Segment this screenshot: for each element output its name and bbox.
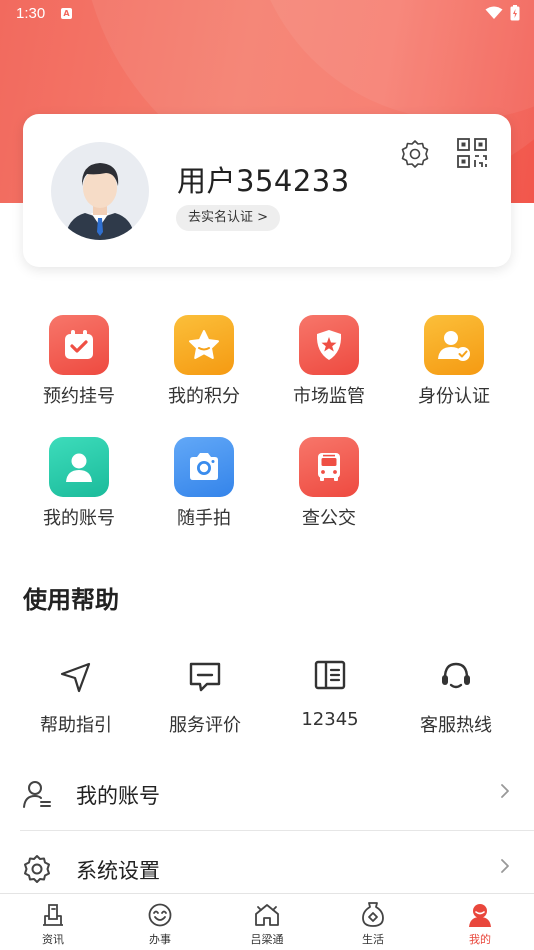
service-label: 我的积分 bbox=[168, 386, 240, 407]
chevron-right-icon bbox=[500, 783, 510, 803]
menu-label: 我的账号 bbox=[76, 784, 160, 808]
home-icon bbox=[214, 894, 320, 928]
hotline-12345-button[interactable]: 12345 bbox=[270, 655, 390, 730]
service-label: 身份认证 bbox=[418, 386, 490, 407]
avatar[interactable] bbox=[51, 142, 149, 240]
life-icon bbox=[320, 894, 426, 928]
smile-icon bbox=[107, 894, 213, 928]
service-identity-auth[interactable]: 身份认证 bbox=[399, 315, 509, 408]
user-verified-icon bbox=[424, 315, 484, 375]
user-list-icon bbox=[22, 779, 52, 813]
service-snapshot[interactable]: 随手拍 bbox=[149, 437, 259, 530]
tab-life[interactable]: 生活 bbox=[320, 894, 426, 950]
status-bar: 1:30 A bbox=[0, 0, 534, 28]
wifi-icon bbox=[485, 6, 503, 24]
verify-identity-button[interactable]: 去实名认证 > bbox=[176, 205, 281, 231]
service-points[interactable]: 我的积分 bbox=[149, 315, 259, 408]
profile-card: 用户354233 去实名认证 > bbox=[23, 114, 511, 267]
navigation-arrow-icon bbox=[16, 657, 136, 697]
chevron-right-icon bbox=[500, 858, 510, 878]
help-section-title: 使用帮助 bbox=[23, 586, 119, 614]
battery-icon bbox=[510, 5, 520, 25]
gear-icon bbox=[22, 854, 52, 888]
service-appointment[interactable]: 预约挂号 bbox=[24, 315, 134, 408]
status-time: 1:30 bbox=[16, 5, 46, 22]
service-label: 我的账号 bbox=[43, 508, 115, 529]
menu-label: 系统设置 bbox=[76, 859, 160, 883]
service-label: 预约挂号 bbox=[43, 386, 115, 407]
help-item-label: 12345 bbox=[301, 709, 359, 730]
user-icon bbox=[49, 437, 109, 497]
bottom-tab-bar: 资讯 办事 吕梁通 生活 我的 bbox=[0, 893, 534, 950]
service-my-account[interactable]: 我的账号 bbox=[24, 437, 134, 530]
service-market-supervision[interactable]: 市场监管 bbox=[274, 315, 384, 408]
camera-icon bbox=[174, 437, 234, 497]
service-label: 查公交 bbox=[302, 508, 356, 529]
book-icon bbox=[270, 655, 390, 695]
police-badge-icon bbox=[299, 315, 359, 375]
service-label: 市场监管 bbox=[293, 386, 365, 407]
service-bus[interactable]: 查公交 bbox=[274, 437, 384, 530]
help-item-label: 帮助指引 bbox=[40, 715, 112, 736]
service-evaluation-button[interactable]: 服务评价 bbox=[145, 657, 265, 737]
comment-icon bbox=[145, 657, 265, 697]
tab-label: 办事 bbox=[149, 933, 171, 946]
help-item-label: 服务评价 bbox=[169, 715, 241, 736]
headset-icon bbox=[396, 657, 516, 697]
notification-icon: A bbox=[61, 8, 72, 19]
help-guide-button[interactable]: 帮助指引 bbox=[16, 657, 136, 737]
menu-my-account[interactable]: 我的账号 bbox=[20, 763, 534, 827]
calendar-check-icon bbox=[49, 315, 109, 375]
tab-label: 我的 bbox=[469, 933, 491, 946]
bus-icon bbox=[299, 437, 359, 497]
settings-button[interactable] bbox=[399, 138, 431, 174]
tab-label: 吕梁通 bbox=[250, 933, 284, 946]
tab-mine[interactable]: 我的 bbox=[427, 894, 533, 950]
tab-services[interactable]: 办事 bbox=[107, 894, 213, 950]
menu-divider bbox=[20, 830, 534, 831]
customer-hotline-button[interactable]: 客服热线 bbox=[396, 657, 516, 737]
tab-news[interactable]: 资讯 bbox=[0, 894, 106, 950]
username: 用户354233 bbox=[177, 164, 350, 198]
service-label: 随手拍 bbox=[177, 508, 231, 529]
help-item-label: 客服热线 bbox=[420, 715, 492, 736]
news-icon bbox=[0, 894, 106, 928]
qr-code-button[interactable] bbox=[456, 137, 488, 173]
tab-lvliangtong[interactable]: 吕梁通 bbox=[214, 894, 320, 950]
gear-icon bbox=[399, 140, 431, 174]
profile-icon bbox=[427, 894, 533, 928]
tab-label: 生活 bbox=[362, 933, 384, 946]
star-icon bbox=[174, 315, 234, 375]
qr-code-icon bbox=[456, 138, 488, 173]
tab-label: 资讯 bbox=[42, 933, 64, 946]
